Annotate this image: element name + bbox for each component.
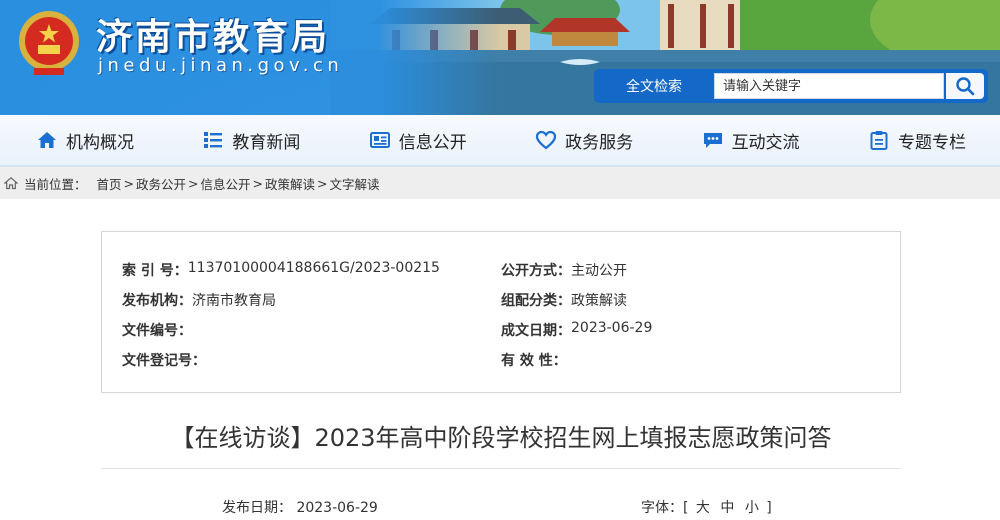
info-value: 2023-06-29 [571, 320, 653, 336]
font-size-label: 字体：[ [641, 500, 689, 516]
national-emblem-logo [19, 11, 79, 75]
home-icon [4, 177, 18, 190]
nav-item-special-topics[interactable]: 专题专栏 [868, 128, 966, 153]
breadcrumb-separator: > [123, 175, 135, 191]
nav-label: 政务服务 [565, 132, 634, 153]
info-row-validity: 有 效 性： [501, 350, 567, 370]
breadcrumb: 当前位置： 首页 > 政务公开 > 信息公开 > 政策解读 > 文字解读 [0, 167, 1000, 199]
site-title: 济南市教育局 [96, 16, 331, 58]
breadcrumb-link-info-disclosure[interactable]: 信息公开 [201, 174, 251, 193]
font-size-selector: 字体：[ 大 中 小 ] [641, 497, 772, 517]
site-domain: jnedu.jinan.gov.cn [98, 55, 344, 76]
font-size-small[interactable]: 小 [745, 500, 759, 516]
breadcrumb-link-home[interactable]: 首页 [97, 174, 122, 193]
info-value: 济南市教育局 [192, 293, 276, 309]
info-key: 公开方式： [501, 263, 571, 279]
breadcrumb-link-text-interpretation[interactable]: 文字解读 [330, 174, 380, 193]
info-key: 组配分类： [501, 293, 571, 309]
search-input[interactable] [714, 73, 944, 99]
article-title: 【在线访谈】2023年高中阶段学校招生网上填报志愿政策问答 [170, 424, 832, 452]
info-row-category: 组配分类： 政策解读 [501, 290, 627, 310]
info-row-doc-number: 文件编号： [122, 320, 192, 340]
main-nav: 机构概况 教育新闻 信息公开 政务服务 互动交流 专题专栏 [0, 115, 1000, 167]
chat-icon [703, 133, 722, 148]
breadcrumb-separator: > [188, 175, 199, 191]
info-key: 发布机构： [122, 293, 192, 309]
home-icon [38, 132, 56, 148]
breadcrumb-link-policy-interpretation[interactable]: 政策解读 [265, 174, 315, 193]
info-key: 索 引 号： [122, 263, 188, 279]
info-value: 政策解读 [571, 293, 627, 309]
site-banner: 济南市教育局 jnedu.jinan.gov.cn 全文检索 [0, 0, 1000, 115]
publish-date: 发布日期： 2023-06-29 [222, 497, 378, 517]
font-size-medium[interactable]: 中 [720, 500, 734, 516]
nav-item-interaction[interactable]: 互动交流 [702, 128, 800, 153]
font-size-close-bracket: ] [766, 500, 772, 516]
breadcrumb-separator: > [317, 175, 328, 191]
search-icon [956, 77, 975, 96]
list-icon [204, 132, 223, 148]
clipboard-icon [870, 131, 888, 150]
font-size-large[interactable]: 大 [696, 500, 710, 516]
breadcrumb-link-gov-affairs[interactable]: 政务公开 [136, 174, 186, 193]
nav-label: 机构概况 [66, 132, 134, 153]
info-row-publisher: 发布机构： 济南市教育局 [122, 290, 276, 310]
info-key: 文件编号： [122, 323, 192, 339]
nav-item-organization[interactable]: 机构概况 [36, 128, 134, 153]
heart-icon [536, 130, 557, 150]
breadcrumb-separator: > [252, 175, 264, 191]
nav-label: 互动交流 [731, 132, 800, 153]
breadcrumb-label: 当前位置： [24, 176, 87, 192]
nav-label: 信息公开 [398, 132, 467, 153]
search-button[interactable] [946, 73, 984, 99]
info-key: 成文日期： [501, 323, 571, 339]
newspaper-icon [369, 132, 390, 148]
info-value: 11370100004188661G/2023-00215 [187, 260, 440, 276]
nav-item-info-disclosure[interactable]: 信息公开 [369, 128, 467, 153]
info-row-written-date: 成文日期： 2023-06-29 [501, 320, 652, 340]
publish-date-value: 2023-06-29 [296, 500, 378, 516]
search-bar: 全文检索 [594, 69, 988, 103]
info-value: 主动公开 [571, 263, 627, 279]
info-row-reg-number: 文件登记号： [122, 350, 206, 370]
document-info-table: 索 引 号： 11370100004188661G/2023-00215 发布机… [101, 231, 901, 393]
nav-label: 专题专栏 [897, 132, 966, 153]
nav-label: 教育新闻 [232, 132, 301, 153]
nav-item-gov-services[interactable]: 政务服务 [535, 128, 633, 153]
info-row-index: 索 引 号： 11370100004188661G/2023-00215 [122, 260, 440, 280]
title-divider [101, 468, 901, 469]
publish-date-label: 发布日期： [222, 500, 292, 516]
nav-item-education-news[interactable]: 教育新闻 [202, 128, 300, 153]
search-label: 全文检索 [626, 79, 682, 95]
info-row-open-mode: 公开方式： 主动公开 [501, 260, 627, 280]
info-key: 有 效 性： [501, 353, 567, 369]
info-key: 文件登记号： [122, 353, 206, 369]
